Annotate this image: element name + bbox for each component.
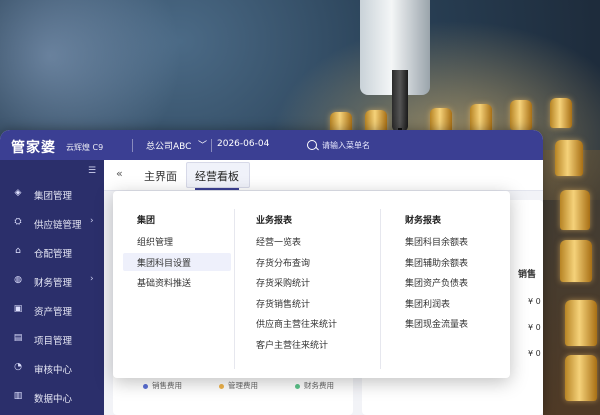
sidebar-item-label: 审核中心	[34, 365, 73, 376]
current-date[interactable]: 2026-06-04	[217, 139, 269, 149]
data-icon: ▥	[13, 391, 23, 401]
flyout-menu-link[interactable]: 存货销售统计	[256, 297, 310, 310]
sidebar-item-label: 仓配管理	[34, 249, 73, 260]
flyout-menu-link[interactable]: 经营一览表	[256, 235, 301, 248]
cube-icon: ◈	[14, 188, 22, 198]
sales-value: ¥ 0	[528, 297, 541, 306]
sidebar-item-label: 供应链管理	[34, 220, 82, 231]
sidebar-item[interactable]: ▥ 数据中心	[0, 383, 104, 411]
chevron-right-icon: ›	[90, 274, 94, 284]
sidebar: ☰ ◈ 集团管理 ⛭ 供应链管理 › ⌂ 仓配管理 ◍ 财务管理 › ▣ 资产管理 ▤ 项目管理 ◔ 审核中心…	[0, 160, 104, 415]
legend-item: 管理费用	[219, 380, 258, 391]
chevron-right-icon: ›	[90, 216, 94, 226]
warehouse-icon: ⌂	[15, 246, 21, 256]
flyout-menu-link[interactable]: 组织管理	[137, 235, 173, 248]
sidebar-item[interactable]: ◈ 集团管理	[0, 180, 104, 208]
sidebar-item[interactable]: ◔ 审核中心	[0, 354, 104, 382]
sidebar-item[interactable]: ◍ 财务管理 ›	[0, 267, 104, 295]
topbar-divider	[211, 139, 212, 152]
flyout-menu-link[interactable]: 集团现金流量表	[405, 317, 468, 330]
flyout-menu-link[interactable]: 集团科目设置	[137, 256, 191, 269]
top-bar: 管家婆 云辉煌 C9 总公司ABC ﹀ 2026-06-04	[0, 130, 543, 160]
tab-bar: « 主界面 经营看板	[104, 160, 543, 191]
sidebar-item-label: 项目管理	[34, 336, 73, 347]
legend-dot-admin	[219, 383, 224, 389]
flyout-menu-link[interactable]: 供应商主营往来统计	[256, 317, 337, 330]
flyout-column-heading: 财务报表	[405, 216, 442, 226]
flyout-menu-link[interactable]: 集团科目余额表	[405, 235, 468, 248]
flyout-menu-link[interactable]: 集团资产负债表	[405, 276, 468, 289]
legend-item: 财务费用	[295, 380, 334, 391]
column-divider	[380, 209, 381, 369]
sales-value: ¥ 0	[528, 349, 541, 358]
sidebar-item[interactable]: ⌂ 仓配管理	[0, 238, 104, 266]
search-icon[interactable]	[307, 140, 317, 150]
legend-dot-finance	[295, 383, 300, 389]
flyout-menu-link[interactable]: 集团辅助余额表	[405, 256, 468, 269]
sidebar-item[interactable]: ⛭ 供应链管理 ›	[0, 209, 104, 237]
legend-item: 销售费用	[143, 380, 182, 391]
menu-search-input[interactable]	[322, 138, 432, 152]
audit-icon: ◔	[14, 362, 22, 372]
column-divider	[234, 209, 235, 369]
flyout-menu-link[interactable]: 客户主营往来统计	[256, 338, 328, 351]
sidebar-item[interactable]: ▣ 资产管理	[0, 296, 104, 324]
flyout-column-heading: 集团	[137, 216, 156, 226]
flyout-column-heading: 业务报表	[256, 216, 293, 226]
project-icon: ▤	[13, 333, 23, 343]
flyout-menu-link[interactable]: 存货分布查询	[256, 256, 310, 269]
sales-column-header: 销售	[518, 270, 537, 280]
tab-business-dashboard[interactable]: 经营看板	[195, 168, 239, 190]
tab-home[interactable]: 主界面	[144, 168, 177, 184]
legend-dot-sales	[143, 383, 148, 389]
flyout-menu-link[interactable]: 存货采购统计	[256, 276, 310, 289]
sidebar-item-label: 数据中心	[34, 394, 73, 405]
group-management-flyout-menu: 集团组织管理集团科目设置 基础资料推送 业务报表经营一览表存货分布查询 存货采购统计存…	[113, 191, 510, 378]
app-logo[interactable]: 管家婆	[11, 137, 56, 157]
sales-value: ¥ 0	[528, 323, 541, 332]
flyout-menu-link[interactable]: 集团利润表	[405, 297, 450, 310]
flyout-menu-link[interactable]: 基础资料推送	[137, 276, 191, 289]
company-selector[interactable]: 总公司ABC	[146, 139, 191, 152]
app-logo-subtitle: 云辉煌 C9	[66, 143, 104, 152]
collapse-menu-icon[interactable]: ☰	[88, 166, 98, 176]
topbar-divider	[132, 139, 133, 152]
network-icon: ⛭	[14, 217, 22, 227]
sidebar-item-label: 集团管理	[34, 191, 73, 202]
sidebar-item-label: 资产管理	[34, 307, 73, 318]
asset-icon: ▣	[13, 304, 23, 314]
sidebar-item-label: 财务管理	[34, 278, 73, 289]
money-bag-icon: ◍	[14, 275, 22, 285]
chevron-down-icon[interactable]: ﹀	[198, 138, 207, 151]
tabs-scroll-left-icon[interactable]: «	[116, 167, 123, 180]
sidebar-item[interactable]: ▤ 项目管理	[0, 325, 104, 353]
